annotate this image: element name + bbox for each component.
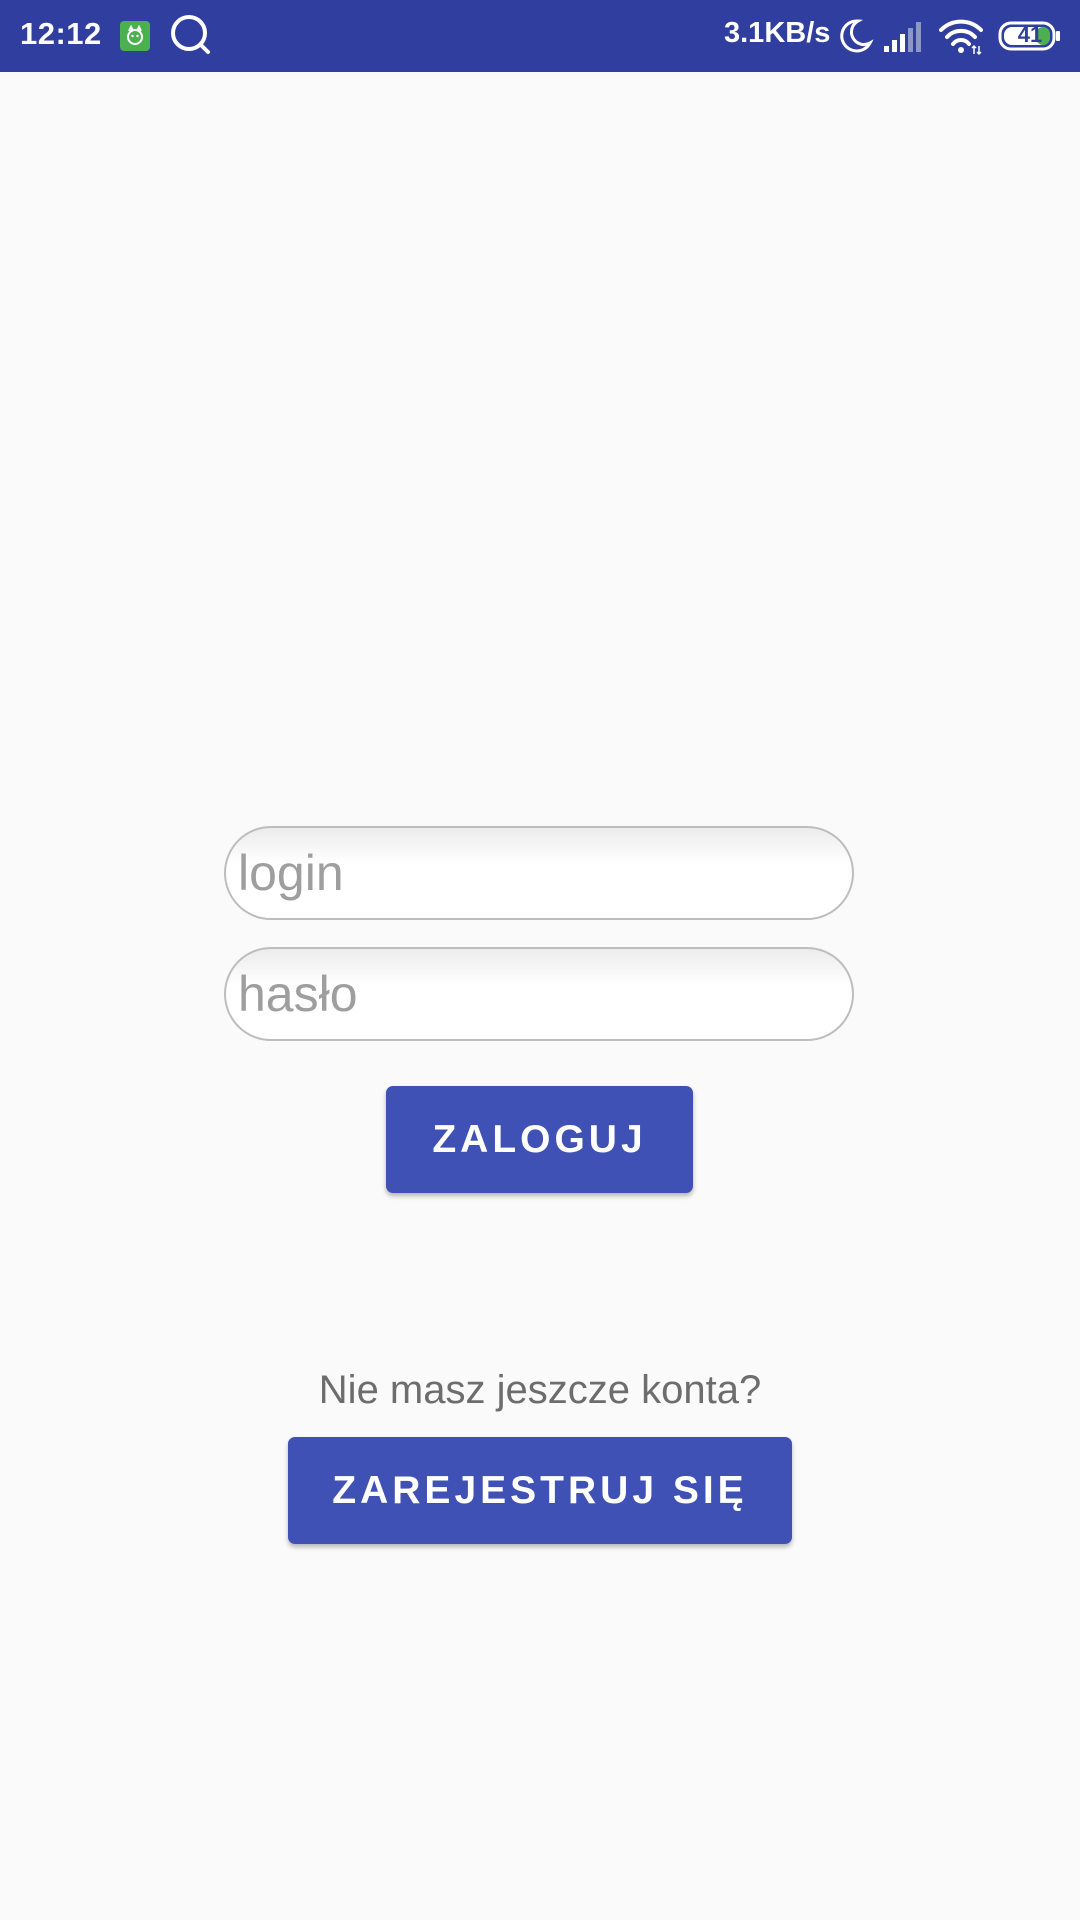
status-bar: 12:12 3.1KB/s 41 xyxy=(0,0,1080,72)
status-time: 12:12 xyxy=(20,16,102,51)
battery-icon: 41 xyxy=(998,21,1062,51)
app-notification-icon xyxy=(120,21,150,51)
password-input[interactable] xyxy=(238,949,838,1039)
login-button[interactable]: ZALOGUJ xyxy=(386,1086,693,1193)
signal-icon xyxy=(882,20,926,54)
login-field[interactable] xyxy=(224,826,854,920)
search-icon xyxy=(170,14,212,56)
moon-icon xyxy=(836,17,874,55)
password-field[interactable] xyxy=(224,947,854,1041)
login-input[interactable] xyxy=(238,828,838,918)
battery-level: 41 xyxy=(1017,22,1043,47)
login-screen: 12:12 3.1KB/s 41 login ZALOGUJ Nie masz … xyxy=(0,0,1080,1920)
wifi-icon xyxy=(938,18,984,56)
network-speed: 3.1KB/s xyxy=(724,17,831,49)
register-button[interactable]: ZAREJESTRUJ SIĘ xyxy=(288,1437,792,1544)
no-account-prompt: Nie masz jeszcze konta? xyxy=(318,1368,762,1412)
